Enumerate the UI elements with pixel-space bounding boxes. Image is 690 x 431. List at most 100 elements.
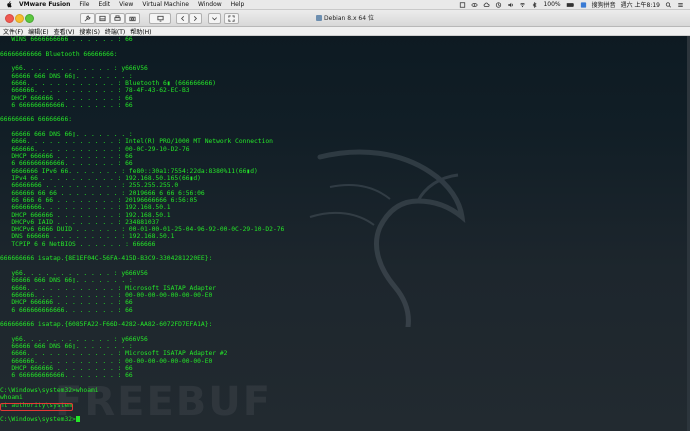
wifi-icon[interactable] bbox=[519, 2, 526, 8]
terminal-line-text: 66666 666 DNS 66▯. . . . . . . : bbox=[0, 131, 133, 139]
forward-button[interactable] bbox=[189, 13, 202, 24]
terminal-line: 666666. . . . . . . . . . . : 00-0C-29-1… bbox=[0, 146, 690, 153]
clock-datetime[interactable]: 週六 上午8:19 bbox=[621, 0, 660, 9]
settings-button[interactable] bbox=[80, 13, 95, 24]
terminal-line-text: 666666666 isatap.{6085FA22-F66D-4282-AA8… bbox=[0, 321, 213, 329]
terminal-line-text: 66666666666 Bluetooth 66666666: bbox=[0, 50, 118, 58]
terminal-line: DHCPv6 IAID . . . . . . . . : 234881037 bbox=[0, 219, 690, 226]
terminal-line: 66666 666 DNS 66▯. . . . . . . : bbox=[0, 343, 690, 350]
terminal-line: 66 666 6 66 . . . . . . . . : 2019666666… bbox=[0, 197, 690, 204]
terminal-line-text: 666666. . . . . . . . . . . : 00-0C-29-1… bbox=[0, 145, 190, 153]
menu-virtual-machine[interactable]: Virtual Machine bbox=[142, 1, 189, 8]
rect-icon[interactable] bbox=[459, 1, 466, 8]
text-cursor bbox=[75, 416, 80, 423]
menu-help[interactable]: Help bbox=[231, 1, 245, 8]
display-button[interactable] bbox=[149, 13, 171, 24]
terminal-line: 6 666666666666. . . . . . . : 66 bbox=[0, 307, 690, 314]
terminal-line-text: 6666666 IPv6 66. . . . . . . : fe80::30a… bbox=[0, 167, 258, 175]
terminal-line: 666666666 isatap.{6085FA22-F66D-4282-AA8… bbox=[0, 321, 690, 328]
menu-view[interactable]: View bbox=[119, 1, 133, 8]
terminal-line: 666666. . . . . . . . . . . : 00-00-00-0… bbox=[0, 292, 690, 299]
terminal-line-text: 666666666 66666666: bbox=[0, 116, 73, 124]
menu-edit[interactable]: Edit bbox=[98, 1, 110, 8]
vm-title-text: Debian 8.x 64 位 bbox=[324, 15, 374, 22]
app-name[interactable]: VMware Fusion bbox=[19, 1, 70, 8]
menu-window[interactable]: Window bbox=[198, 1, 222, 8]
status-area: 100% 搜狗拼音 週六 上午8:19 bbox=[459, 0, 684, 9]
terminal-line-text: 666666. . . . . . . . . . . : 00-00-00-0… bbox=[0, 357, 213, 365]
terminal-line: 66666666. . . . . . . . . . : 192.168.50… bbox=[0, 204, 690, 211]
console-menu-view[interactable]: 查看(V) bbox=[54, 27, 75, 36]
input-method-icon[interactable] bbox=[580, 1, 587, 8]
terminal-line: 666666666 66666666: bbox=[0, 116, 690, 123]
minimize-window-button[interactable] bbox=[15, 14, 24, 23]
terminal-line: whoami bbox=[0, 394, 690, 401]
console-menu-edit[interactable]: 编辑(E) bbox=[28, 27, 48, 36]
terminal-line: y66. . . . . . . . . . . . : y666V56 bbox=[0, 336, 690, 343]
fullscreen-icon bbox=[228, 15, 235, 22]
terminal-line: 6666. . . . . . . . . . . . : Microsoft … bbox=[0, 285, 690, 292]
clock-icon[interactable] bbox=[495, 1, 502, 8]
fullscreen-button[interactable] bbox=[224, 13, 239, 24]
terminal-line-text: DHCP 666666 . . . . . . . . : 66 bbox=[0, 153, 133, 160]
dropdown-button[interactable] bbox=[208, 13, 221, 24]
terminal-line: 6666. . . . . . . . . . . . : Bluetooth … bbox=[0, 80, 690, 87]
terminal-line-text: 66666 666 DNS 66▯. . . . . . . : bbox=[0, 72, 133, 80]
console-menu-search[interactable]: 搜索(S) bbox=[79, 27, 100, 36]
terminal-line-text: TCPIP 6 6 NetBIOS . . . . . . : 666666 bbox=[0, 240, 156, 248]
terminal-line-text: 666666. . . . . . . . . . . : 78-4F-43-6… bbox=[0, 87, 190, 95]
console-menu-terminal[interactable]: 终端(T) bbox=[105, 27, 125, 36]
search-icon[interactable] bbox=[665, 1, 672, 8]
apple-icon[interactable] bbox=[5, 1, 13, 8]
terminal-line-text: 6666. . . . . . . . . . . . : Microsoft … bbox=[0, 284, 217, 292]
disk-button[interactable] bbox=[95, 13, 110, 24]
console-window[interactable]: 文件(F) 编辑(E) 查看(V) 搜索(S) 终端(T) 帮助(H) FREE… bbox=[0, 27, 690, 431]
volume-icon[interactable] bbox=[507, 2, 514, 8]
terminal-line-text: 66666666. . . . . . . . . . : 192.168.50… bbox=[0, 204, 171, 212]
console-menu-help[interactable]: 帮助(H) bbox=[130, 27, 151, 36]
display-icon bbox=[156, 15, 164, 22]
eye-icon[interactable] bbox=[471, 2, 478, 8]
terminal-line-text: 6666. . . . . . . . . . . . : Bluetooth … bbox=[0, 79, 217, 87]
disk-icon bbox=[99, 15, 106, 22]
input-method-label[interactable]: 搜狗拼音 bbox=[592, 0, 616, 9]
printer-button[interactable] bbox=[110, 13, 125, 24]
terminal-line: WINS 6666666666 . . . . . . : 66 bbox=[0, 36, 690, 43]
zoom-window-button[interactable] bbox=[25, 14, 34, 23]
console-menu: 文件(F) 编辑(E) 查看(V) 搜索(S) 终端(T) 帮助(H) bbox=[0, 27, 690, 36]
terminal-line-text: 66666 666 DNS 66▯. . . . . . . : bbox=[0, 343, 133, 351]
terminal-line-text: 6666. . . . . . . . . . . . : Microsoft … bbox=[0, 350, 228, 358]
terminal-line-text: DHCPv6 6666 DUID . . . . . . : 00-01-00-… bbox=[0, 226, 285, 234]
terminal-line: nt authority\system bbox=[0, 402, 690, 409]
terminal-line: 666666. . . . . . . . . . . : 00-00-00-0… bbox=[0, 358, 690, 365]
terminal-line-text: 6666. . . . . . . . . . . . : Intel(R) P… bbox=[0, 138, 273, 146]
terminal-line-text: y66. . . . . . . . . . . . : y666V56 bbox=[0, 65, 148, 73]
camera-button[interactable] bbox=[125, 13, 140, 24]
terminal-line: DHCP 666666 . . . . . . . . : 66 bbox=[0, 299, 690, 306]
terminal-line: y66. . . . . . . . . . . . : y666V56 bbox=[0, 65, 690, 72]
battery-icon[interactable] bbox=[566, 2, 575, 8]
list-icon[interactable] bbox=[677, 2, 684, 8]
console-menu-file[interactable]: 文件(F) bbox=[3, 27, 23, 36]
terminal-line-text: DHCPv6 IAID . . . . . . . . : 234881037 bbox=[0, 218, 160, 226]
wrench-icon bbox=[84, 15, 91, 22]
terminal-line: C:\Windows\system32>whoami bbox=[0, 387, 690, 394]
cloud-icon[interactable] bbox=[483, 2, 490, 8]
terminal-line-text: 6 666666666666. . . . . . . : 66 bbox=[0, 372, 133, 380]
vm-icon bbox=[316, 15, 323, 21]
bluetooth-icon[interactable] bbox=[531, 1, 538, 8]
terminal-line-text: 66 666 6 66 . . . . . . . . : 2019666666… bbox=[0, 196, 198, 204]
arrow-down-icon bbox=[212, 17, 217, 21]
terminal-line: 6 666666666666. . . . . . . : 66 bbox=[0, 160, 690, 167]
menu-file[interactable]: File bbox=[79, 1, 89, 8]
terminal-line-text: DHCP 666666 . . . . . . . . : 192.168.50… bbox=[0, 211, 171, 219]
terminal-line-text: DHCP 666666 . . . . . . . . : 66 bbox=[0, 299, 133, 307]
back-button[interactable] bbox=[176, 13, 189, 24]
terminal-line: DHCP 666666 . . . . . . . . : 192.168.50… bbox=[0, 212, 690, 219]
close-window-button[interactable] bbox=[5, 14, 14, 23]
